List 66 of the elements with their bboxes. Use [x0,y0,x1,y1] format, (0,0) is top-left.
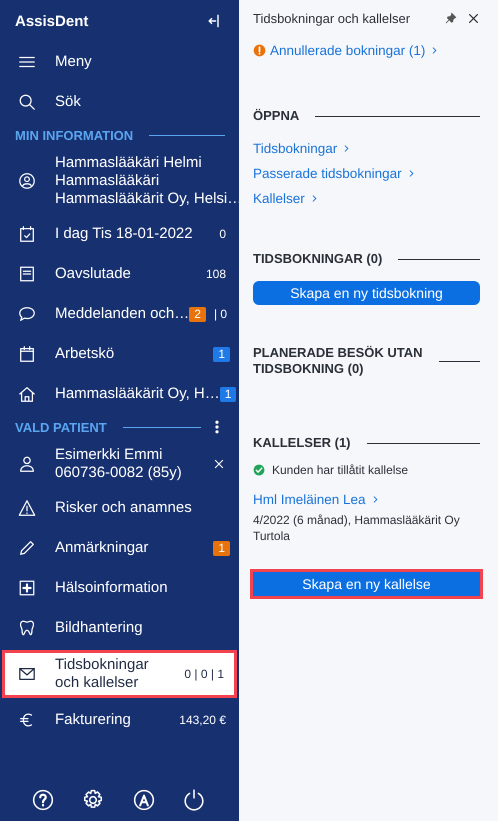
link[interactable]: Passerade tidsbokningar [253,166,402,181]
plus-square-icon [18,579,36,597]
count-text: | 0 [212,307,228,321]
count-text: 108 [204,267,227,281]
link[interactable]: Hml Imeläinen Lea [253,492,366,507]
nav-item[interactable]: Meny [0,42,239,82]
warning-icon [18,499,36,517]
help-icon[interactable] [32,789,54,811]
nav-item[interactable]: Bildhantering [0,608,239,648]
link[interactable]: Tidsbokningar [253,141,338,156]
section-heading: PLANERADE BESÖK UTAN TIDSBOKNING (0) [253,345,423,377]
envelope-icon [18,665,36,683]
section-title: MIN INFORMATION [15,128,134,142]
count-text: 0 | 0 | 1 [183,667,225,681]
count-badge: 1 [213,346,230,362]
nav-item[interactable]: Hammaslääkäri Helmi Hammaslääkäri Hammaslääkärit Oy, Helsi… [0,148,239,214]
pin-icon[interactable] [445,12,457,24]
power-icon[interactable] [182,789,205,811]
nav-item[interactable]: I dag Tis 18-01-2022 0 [0,214,239,254]
alert-icon [253,44,266,57]
nav-item[interactable]: Esimerkki Emmi 060736-0082 (85y) [0,440,239,488]
house-icon [18,385,36,403]
clipboard-icon [18,345,36,363]
nav-item[interactable]: Tidsbokningar och kallelser 0 | 0 | 1 [2,650,237,698]
section-heading: ÖPPNA [253,108,300,124]
nav-item[interactable]: Hälsoinformation [0,568,239,608]
status-text: Kunden har tillåtit kallelse [272,463,408,477]
calendar-check-icon [18,225,36,243]
link[interactable]: Kallelser [253,191,305,206]
nav-item[interactable]: Arbetskö 1 [0,334,239,374]
nav-item[interactable]: Fakturering 143,20 € [0,700,239,740]
nav-item[interactable]: Sök [0,82,239,122]
count-text: 0 [218,227,227,241]
search-icon [18,93,36,111]
section-heading: TIDSBOKNINGAR (0) [253,251,382,267]
count-badge: 1 [213,540,230,556]
check-icon [253,464,265,476]
speech-bubble-icon [18,305,36,323]
pencil-icon [18,539,36,557]
section-title: VALD PATIENT [15,420,107,434]
document-icon [18,265,36,283]
panel-title: Tidsbokningar och kallelser [253,10,412,26]
nav-item[interactable]: Hammaslääkärit Oy, H… 1 [0,374,239,414]
recall-details: 4/2022 (6 månad), Hammaslääkärit Oy Turtola [253,512,461,544]
a-circle-icon[interactable] [132,789,155,811]
link[interactable]: Annullerade bokningar (1) [270,43,426,58]
tooth-icon [18,619,36,637]
create-button[interactable]: Skapa en ny tidsbokning [253,281,480,305]
app-logo: AssisDent [15,12,88,30]
count-badge: 1 [220,386,236,402]
person-icon [18,455,36,473]
user-circle-icon [18,172,36,190]
count-text: 143,20 € [178,713,227,727]
nav-item[interactable]: Meddelanden och… 2 | 0 [0,294,239,334]
count-badge: 2 [189,306,206,322]
chevron-icon [406,169,416,178]
create-button[interactable]: Skapa en ny kallelse [253,572,480,596]
close-icon[interactable] [213,458,225,470]
close-icon[interactable] [467,12,480,24]
nav-item[interactable]: Risker och anamnes [0,488,239,528]
chevron-icon [370,495,380,504]
settings-icon[interactable] [82,789,104,811]
nav-item[interactable]: Oavslutade 108 [0,254,239,294]
chevron-icon [310,194,319,203]
nav-item[interactable]: Anmärkningar 1 [0,528,239,568]
section-heading: KALLELSER (1) [253,435,350,451]
